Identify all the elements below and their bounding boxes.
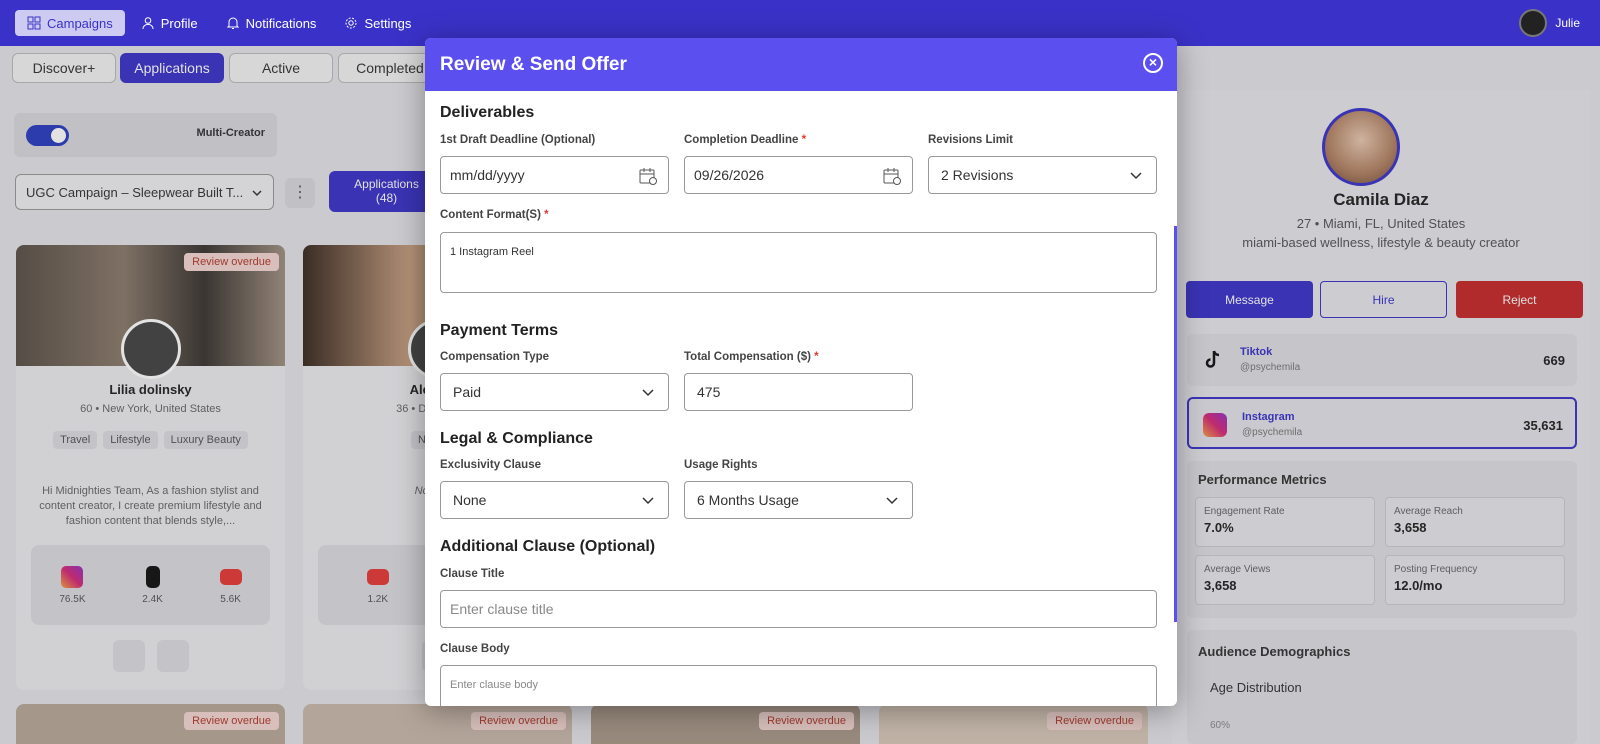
- draft-deadline-label: 1st Draft Deadline (Optional): [440, 134, 596, 146]
- revisions-limit-label: Revisions Limit: [928, 134, 1013, 146]
- section-deliverables: Deliverables: [440, 104, 535, 121]
- modal-title: Review & Send Offer: [440, 53, 627, 75]
- draft-deadline-input[interactable]: mm/dd/yyyy: [440, 156, 669, 194]
- completion-deadline-value: 09/26/2026: [694, 167, 765, 183]
- draft-deadline-value: mm/dd/yyyy: [450, 167, 525, 183]
- completion-deadline-label: Completion Deadline *: [684, 134, 806, 146]
- total-compensation-input[interactable]: 475: [684, 373, 913, 411]
- clause-body-placeholder: Enter clause body: [450, 679, 539, 691]
- bell-icon: [226, 17, 239, 29]
- required-mark: *: [544, 209, 549, 221]
- total-compensation-label: Total Compensation ($) *: [684, 351, 819, 363]
- nav-notifications[interactable]: Notifications: [214, 10, 329, 36]
- content-format-text: Content Format(S): [440, 209, 541, 221]
- nav-notifications-label: Notifications: [245, 15, 317, 31]
- gear-icon: [345, 17, 357, 29]
- required-mark: *: [814, 351, 819, 363]
- calendar-icon[interactable]: [882, 166, 902, 186]
- clause-title-placeholder: Enter clause title: [450, 601, 554, 617]
- clause-title-input[interactable]: Enter clause title: [440, 590, 1157, 628]
- nav-profile[interactable]: Profile: [129, 10, 210, 36]
- section-additional-clause: Additional Clause (Optional): [440, 538, 656, 555]
- usage-rights-value: 6 Months Usage: [697, 492, 799, 508]
- review-offer-modal: Review & Send Offer × Deliverables 1st D…: [425, 38, 1177, 706]
- user-menu[interactable]: Julie: [1519, 9, 1580, 37]
- content-format-value: 1 Instagram Reel: [450, 246, 534, 258]
- exclusivity-clause-value: None: [453, 492, 487, 508]
- modal-scrollbar[interactable]: [1174, 226, 1177, 622]
- compensation-type-select[interactable]: Paid: [440, 373, 669, 411]
- modal-header: Review & Send Offer ×: [425, 38, 1177, 91]
- close-icon[interactable]: ×: [1143, 53, 1163, 73]
- calendar-icon[interactable]: [638, 166, 658, 186]
- completion-deadline-input[interactable]: 09/26/2026: [684, 156, 913, 194]
- nav-profile-label: Profile: [160, 15, 198, 31]
- content-format-label: Content Format(S) *: [440, 209, 549, 221]
- chevron-down-icon: [886, 497, 898, 505]
- compensation-type-label: Compensation Type: [440, 351, 550, 363]
- avatar: [1519, 9, 1548, 37]
- chevron-down-icon: [642, 389, 654, 397]
- clause-body-textarea[interactable]: Enter clause body: [440, 665, 1157, 706]
- revisions-limit-value: 2 Revisions: [941, 167, 1014, 183]
- clause-body-label: Clause Body: [440, 643, 510, 655]
- clause-title-label: Clause Title: [440, 568, 505, 580]
- usage-rights-select[interactable]: 6 Months Usage: [684, 481, 913, 519]
- chevron-down-icon: [642, 497, 654, 505]
- revisions-limit-select[interactable]: 2 Revisions: [928, 156, 1157, 194]
- nav-settings-label: Settings: [364, 15, 412, 31]
- usage-rights-label: Usage Rights: [684, 459, 758, 471]
- grid-icon: [27, 16, 41, 30]
- nav-campaigns-label: Campaigns: [47, 15, 113, 31]
- total-compensation-value: 475: [697, 384, 721, 400]
- user-name: Julie: [1555, 16, 1580, 30]
- nav-campaigns[interactable]: Campaigns: [15, 10, 125, 36]
- exclusivity-clause-select[interactable]: None: [440, 481, 669, 519]
- completion-deadline-text: Completion Deadline: [684, 134, 799, 146]
- compensation-type-value: Paid: [453, 384, 482, 400]
- chevron-down-icon: [1130, 172, 1142, 180]
- total-compensation-text: Total Compensation ($): [684, 351, 811, 363]
- required-mark: *: [801, 134, 807, 146]
- user-icon: [142, 17, 154, 30]
- section-legal-compliance: Legal & Compliance: [440, 430, 593, 447]
- exclusivity-clause-label: Exclusivity Clause: [440, 459, 541, 471]
- section-payment-terms: Payment Terms: [440, 322, 558, 339]
- nav-settings[interactable]: Settings: [332, 10, 423, 36]
- content-format-textarea[interactable]: 1 Instagram Reel: [440, 232, 1157, 293]
